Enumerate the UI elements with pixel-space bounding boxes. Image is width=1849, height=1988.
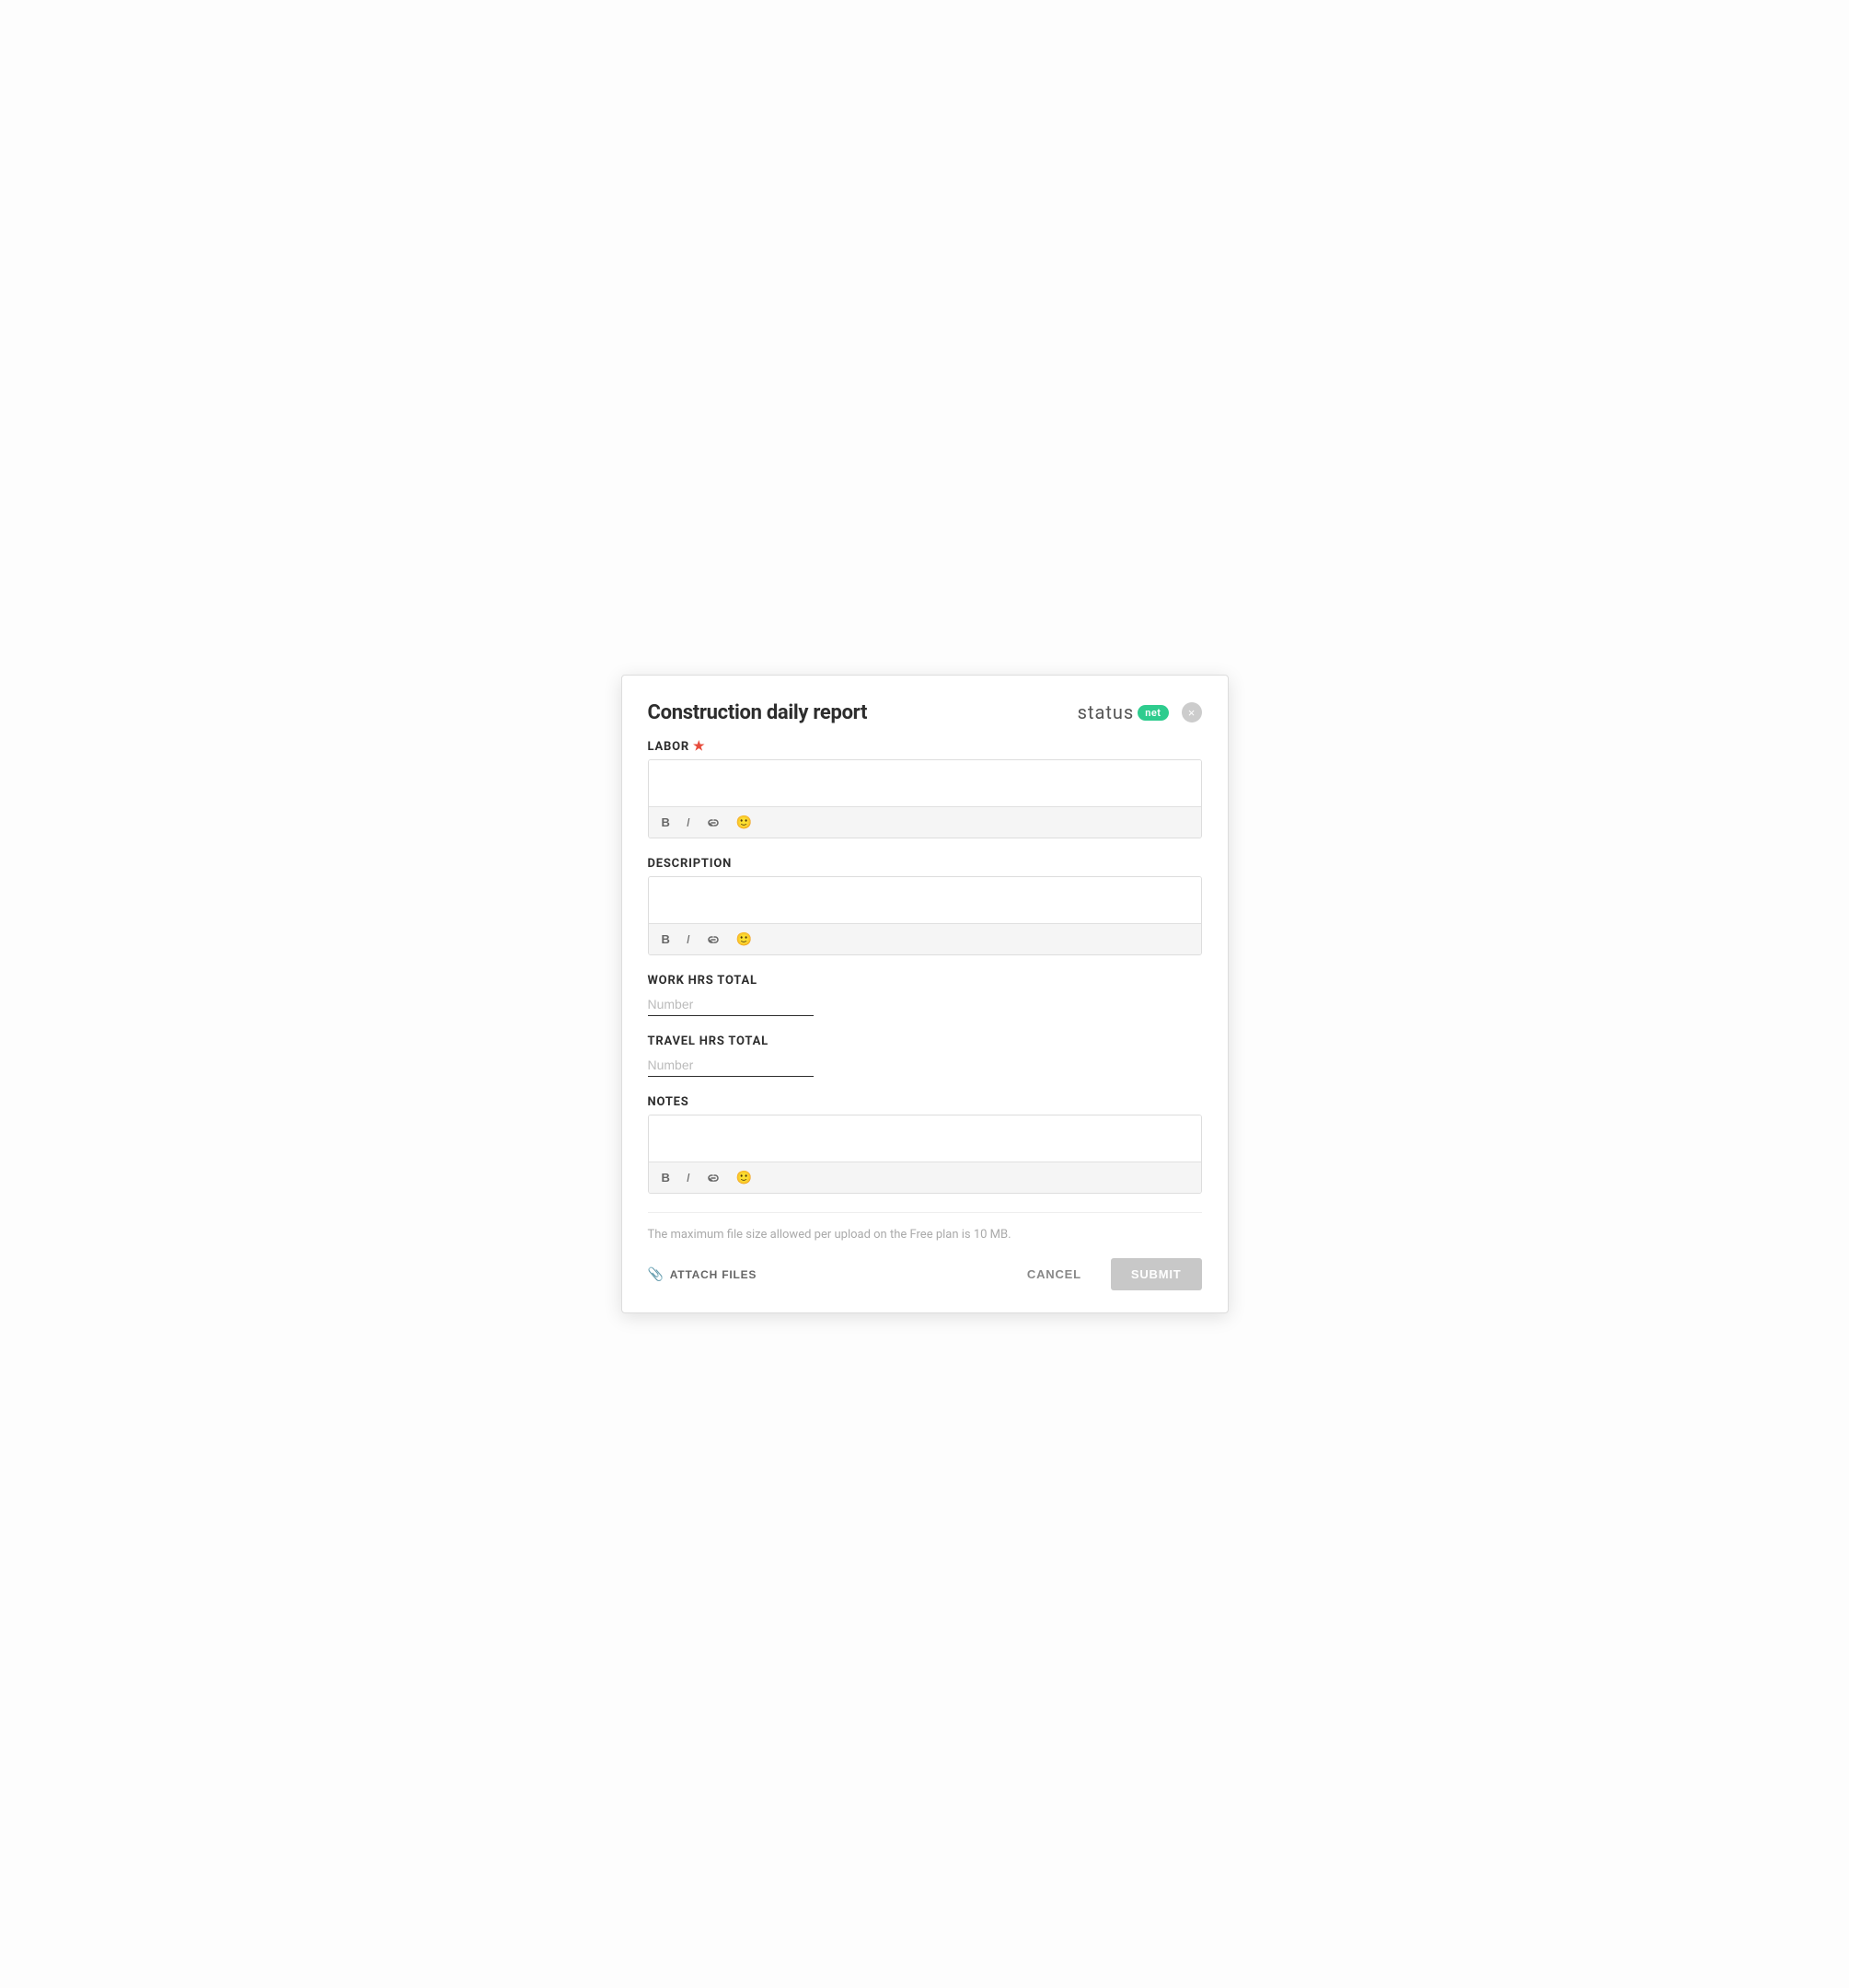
labor-label: LABOR ★ bbox=[648, 739, 1202, 754]
modal-header: Construction daily report status net × bbox=[648, 701, 1202, 724]
labor-editor-content[interactable] bbox=[649, 760, 1201, 806]
modal-title: Construction daily report bbox=[648, 701, 868, 724]
divider bbox=[648, 1212, 1202, 1213]
header-right: status net × bbox=[1078, 701, 1202, 723]
labor-bold-button[interactable]: B bbox=[658, 814, 674, 831]
attach-files-button[interactable]: 📎 ATTACH FILES bbox=[648, 1266, 757, 1282]
work-hrs-field-group: WORK HRS TOTAL bbox=[648, 974, 1202, 1016]
close-button[interactable]: × bbox=[1182, 702, 1202, 722]
labor-link-button[interactable] bbox=[703, 816, 723, 829]
paperclip-icon: 📎 bbox=[648, 1266, 664, 1282]
description-label: DESCRIPTION bbox=[648, 857, 1202, 871]
notes-emoji-button[interactable]: 🙂 bbox=[733, 1168, 756, 1187]
notes-editor[interactable]: B I 🙂 bbox=[648, 1115, 1202, 1194]
brand-name: status bbox=[1078, 701, 1135, 723]
modal-overlay: Construction daily report status net × L… bbox=[0, 0, 1849, 1988]
notes-label: NOTES bbox=[648, 1095, 1202, 1109]
notes-toolbar: B I 🙂 bbox=[649, 1162, 1201, 1193]
description-bold-button[interactable]: B bbox=[658, 930, 674, 948]
labor-emoji-button[interactable]: 🙂 bbox=[733, 813, 756, 832]
labor-editor[interactable]: B I 🙂 bbox=[648, 759, 1202, 838]
cancel-button[interactable]: CANCEL bbox=[1012, 1260, 1096, 1289]
brand: status net bbox=[1078, 701, 1169, 723]
description-link-button[interactable] bbox=[703, 933, 723, 946]
description-emoji-button[interactable]: 🙂 bbox=[733, 930, 756, 949]
description-editor[interactable]: B I 🙂 bbox=[648, 876, 1202, 955]
notes-italic-button[interactable]: I bbox=[683, 1169, 694, 1186]
notes-bold-button[interactable]: B bbox=[658, 1169, 674, 1186]
notes-field-group: NOTES B I 🙂 bbox=[648, 1095, 1202, 1194]
work-hrs-input[interactable] bbox=[648, 993, 814, 1016]
notes-editor-content[interactable] bbox=[649, 1115, 1201, 1162]
travel-hrs-label: TRAVEL HRS TOTAL bbox=[648, 1034, 1202, 1048]
description-toolbar: B I 🙂 bbox=[649, 923, 1201, 954]
modal-footer: 📎 ATTACH FILES CANCEL SUBMIT bbox=[648, 1258, 1202, 1290]
notes-link-button[interactable] bbox=[703, 1172, 723, 1185]
required-indicator: ★ bbox=[693, 739, 705, 754]
file-size-note: The maximum file size allowed per upload… bbox=[648, 1228, 1202, 1242]
brand-badge: net bbox=[1138, 705, 1168, 721]
travel-hrs-input[interactable] bbox=[648, 1054, 814, 1077]
work-hrs-label: WORK HRS TOTAL bbox=[648, 974, 1202, 988]
labor-toolbar: B I 🙂 bbox=[649, 806, 1201, 838]
footer-actions: CANCEL SUBMIT bbox=[1012, 1258, 1202, 1290]
labor-italic-button[interactable]: I bbox=[683, 814, 694, 831]
submit-button[interactable]: SUBMIT bbox=[1111, 1258, 1202, 1290]
labor-field-group: LABOR ★ B I 🙂 bbox=[648, 739, 1202, 838]
description-field-group: DESCRIPTION B I 🙂 bbox=[648, 857, 1202, 955]
modal-dialog: Construction daily report status net × L… bbox=[621, 675, 1229, 1313]
description-editor-content[interactable] bbox=[649, 877, 1201, 923]
travel-hrs-field-group: TRAVEL HRS TOTAL bbox=[648, 1034, 1202, 1077]
description-italic-button[interactable]: I bbox=[683, 930, 694, 948]
